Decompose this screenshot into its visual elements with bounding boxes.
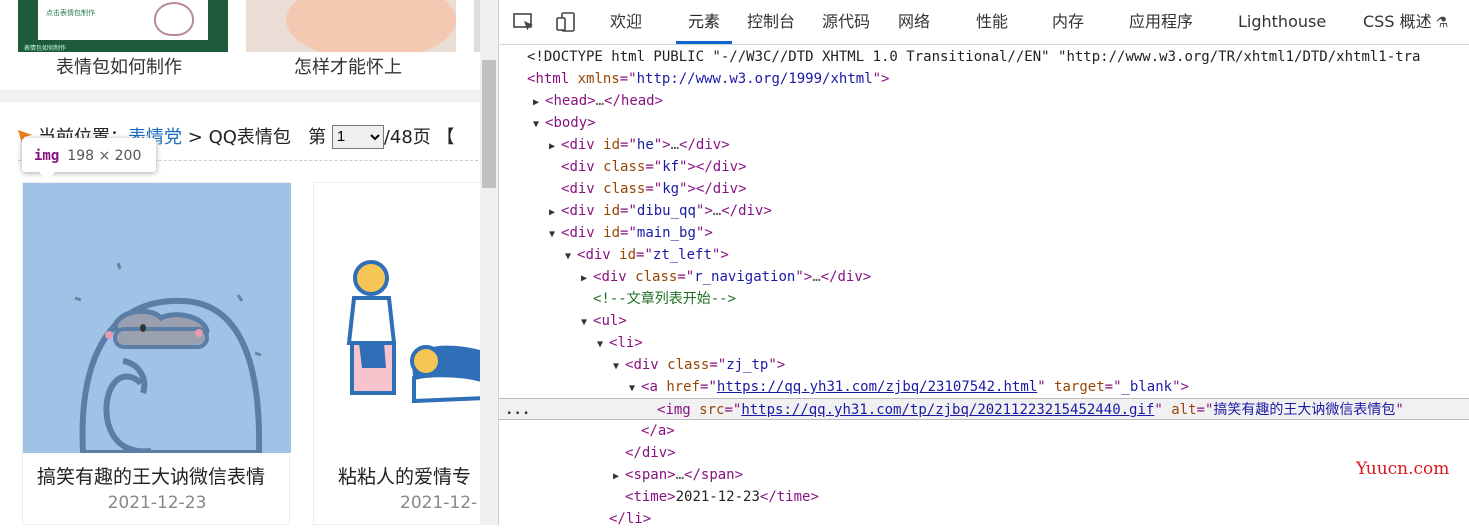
device-toolbar-icon[interactable]	[555, 12, 577, 32]
breadcrumb-separator: >	[187, 127, 203, 148]
card-title[interactable]: 粘粘人的爱情专	[338, 462, 471, 489]
collapse-arrow-icon: ▼	[533, 119, 540, 130]
web-page-viewport: 点击表情包制作 表情包如何制作 表情包如何制作 怎样才能怀上 当前位置：表情党 …	[0, 0, 480, 525]
character-drawing	[154, 2, 194, 36]
dom-node-img-selected[interactable]: ... <img src="https://qq.yh31.com/tp/zjb…	[499, 398, 1469, 420]
top-item-label-1[interactable]: 表情包如何制作	[56, 53, 182, 79]
dom-node-div-zt-left[interactable]: ▼ <div id="zt_left">	[565, 244, 729, 266]
section-divider	[0, 90, 480, 102]
tooltip-tag: img	[34, 148, 60, 164]
devtools-panel: 欢迎 元素 控制台 源代码 网络 性能 内存 应用程序 Lighthouse C…	[498, 0, 1469, 527]
element-inspect-tooltip: img 198 × 200	[22, 138, 156, 180]
dom-node-div-dibu[interactable]: ▶ <div id="dibu_qq">…</div>	[549, 200, 772, 222]
expand-arrow-icon: ▶	[613, 471, 620, 482]
img-src-link[interactable]: https://qq.yh31.com/tp/zjbq/202112232154…	[741, 402, 1154, 418]
page-prefix: 第	[308, 127, 327, 148]
dom-node-a-close[interactable]: </a>	[641, 420, 675, 442]
collapse-arrow-icon: ▼	[565, 251, 572, 262]
dom-node-div-kf[interactable]: <div class="kf"></div>	[561, 156, 747, 178]
bracket: 【	[436, 127, 455, 148]
card-date: 2021-12-	[400, 493, 478, 513]
tab-memory[interactable]: 内存	[1052, 0, 1084, 44]
tab-lighthouse[interactable]: Lighthouse	[1238, 0, 1326, 44]
collapse-arrow-icon: ▼	[581, 317, 588, 328]
collapse-arrow-icon: ▼	[597, 339, 604, 350]
page-scrollbar[interactable]	[480, 0, 498, 525]
collapse-arrow-icon: ▼	[549, 229, 556, 240]
card-image-couple[interactable]	[314, 183, 480, 453]
dom-node-div-he[interactable]: ▶ <div id="he">…</div>	[549, 134, 730, 156]
thumbnail-pregnancy[interactable]	[246, 0, 456, 52]
expand-arrow-icon: ▶	[549, 207, 556, 218]
dom-node-div-rnav[interactable]: ▶ <div class="r_navigation">…</div>	[581, 266, 871, 288]
couple-illustration	[346, 260, 480, 404]
tab-css-overview[interactable]: CSS 概述 ⚗	[1363, 0, 1448, 44]
devtools-tab-bar: 欢迎 元素 控制台 源代码 网络 性能 内存 应用程序 Lighthouse C…	[499, 0, 1469, 45]
dom-node-head[interactable]: ▶ <head>…</head>	[533, 90, 663, 112]
collapse-arrow-icon: ▼	[613, 361, 620, 372]
thumbnail-text: 点击表情包制作	[46, 9, 95, 17]
dom-node-li[interactable]: ▼ <li>	[597, 332, 643, 354]
article-card-2[interactable]: 粘粘人的爱情专 2021-12-	[313, 182, 480, 525]
dom-node-comment[interactable]: <!--文章列表开始-->	[593, 288, 736, 310]
expand-arrow-icon: ▶	[533, 97, 540, 108]
card-image-duck[interactable]	[23, 183, 291, 453]
tab-elements[interactable]: 元素	[675, 0, 733, 44]
breadcrumb-current: QQ表情包	[208, 127, 291, 148]
card-title[interactable]: 搞笑有趣的王大讷微信表情	[37, 462, 265, 489]
tab-performance[interactable]: 性能	[976, 0, 1008, 44]
dom-node-time[interactable]: <time>2021-12-23</time>	[625, 486, 819, 508]
scrollbar-thumb[interactable]	[482, 60, 496, 188]
tab-network[interactable]: 网络	[898, 0, 930, 44]
page-total: /48页	[383, 127, 431, 148]
thumbnail-emoji-maker[interactable]: 点击表情包制作 表情包如何制作	[18, 0, 228, 52]
top-item-label-2[interactable]: 怎样才能怀上	[294, 53, 402, 79]
expand-arrow-icon: ▶	[549, 141, 556, 152]
watermark: Yuucn.com	[1356, 459, 1450, 479]
dom-node-ul[interactable]: ▼ <ul>	[581, 310, 627, 332]
tooltip-dimensions: 198 × 200	[67, 148, 142, 164]
article-card-1[interactable]: 搞笑有趣的王大讷微信表情 2021-12-23	[22, 182, 291, 525]
dom-node-li-close[interactable]: </li>	[609, 508, 651, 530]
dom-node-div-close[interactable]: </div>	[625, 442, 676, 464]
experimental-flask-icon: ⚗	[1435, 15, 1449, 31]
dom-node-doctype[interactable]: <!DOCTYPE html PUBLIC "-//W3C//DTD XHTML…	[527, 46, 1420, 68]
tab-console[interactable]: 控制台	[747, 0, 795, 44]
dom-node-div-zjtp[interactable]: ▼ <div class="zj_tp">	[613, 354, 785, 376]
dom-node-div-kg[interactable]: <div class="kg"></div>	[561, 178, 747, 200]
more-actions-dots[interactable]: ...	[505, 399, 530, 421]
expand-arrow-icon: ▶	[581, 273, 588, 284]
card-date: 2021-12-23	[107, 493, 207, 513]
tab-welcome[interactable]: 欢迎	[610, 0, 642, 44]
collapse-arrow-icon: ▼	[629, 383, 636, 394]
dom-node-div-main[interactable]: ▼ <div id="main_bg">	[549, 222, 713, 244]
tab-sources[interactable]: 源代码	[822, 0, 870, 44]
href-link[interactable]: https://qq.yh31.com/zjbq/23107542.html	[717, 379, 1037, 395]
dom-node-a[interactable]: ▼ <a href="https://qq.yh31.com/zjbq/23107…	[629, 376, 1189, 398]
dom-node-body[interactable]: ▼ <body>	[533, 112, 596, 134]
duck-illustration	[74, 262, 263, 453]
thumbnail-caption: 表情包如何制作	[24, 45, 67, 52]
dom-node-span[interactable]: ▶ <span>…</span>	[613, 464, 743, 486]
dom-node-html[interactable]: <html xmlns="http://www.w3.org/1999/xhtm…	[527, 68, 889, 90]
page-select[interactable]: 1	[331, 124, 384, 149]
inspect-element-icon[interactable]	[513, 12, 535, 32]
tab-application[interactable]: 应用程序	[1129, 0, 1193, 44]
